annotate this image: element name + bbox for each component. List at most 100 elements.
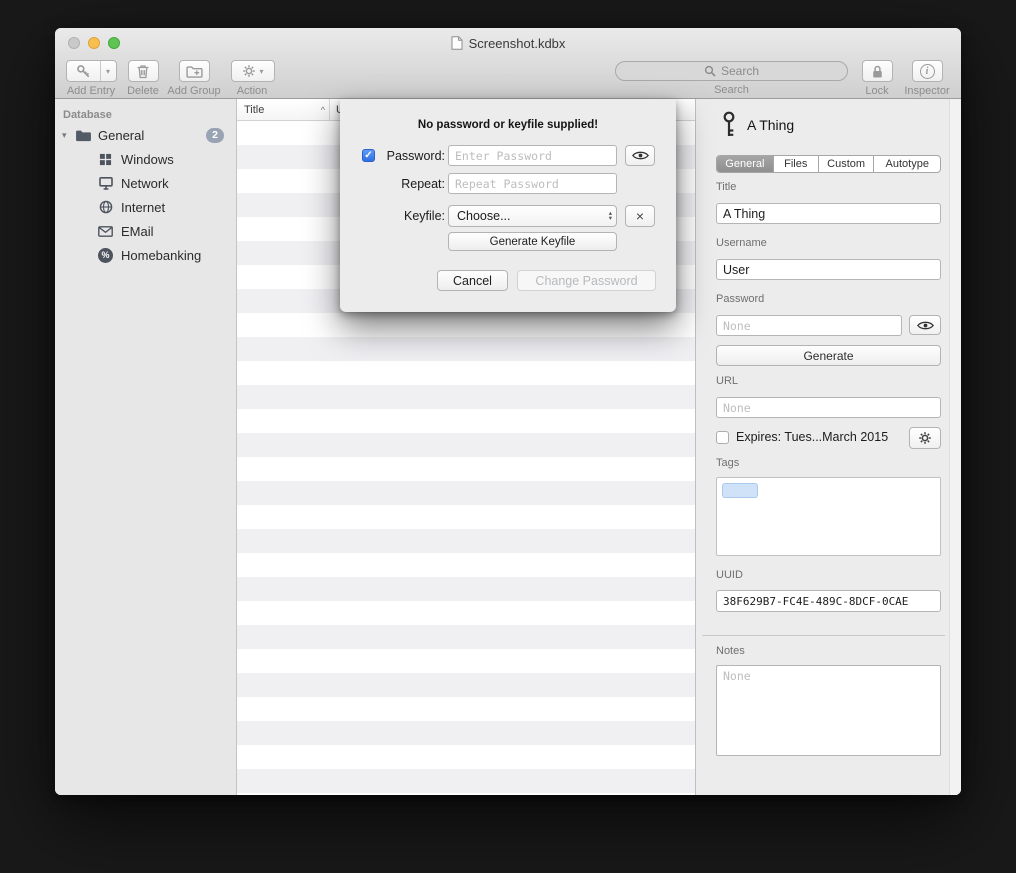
chevron-down-icon[interactable]: ▾	[101, 67, 116, 76]
username-field[interactable]	[716, 259, 941, 280]
keyfile-select[interactable]: Choose... ▴▾	[448, 205, 617, 227]
expires-label: Expires: Tues...March 2015	[736, 430, 888, 444]
app-window: Screenshot.kdbx ▾ Add Entry Delete	[55, 28, 961, 795]
search-label: Search	[615, 84, 848, 96]
generate-keyfile-button[interactable]: Generate Keyfile	[448, 232, 617, 251]
url-field[interactable]	[716, 397, 941, 418]
sidebar-group-label: Homebanking	[121, 248, 201, 263]
change-password-label: Change Password	[535, 274, 637, 288]
add-entry-button[interactable]: ▾	[66, 60, 117, 82]
generate-keyfile-label: Generate Keyfile	[490, 236, 576, 248]
sidebar-group-label: General	[98, 128, 144, 143]
expires-settings-button[interactable]	[909, 427, 941, 449]
clear-keyfile-button[interactable]: ×	[625, 205, 655, 227]
expires-checkbox[interactable]	[716, 431, 729, 444]
notes-label: Notes	[716, 645, 745, 657]
toolbar-action: ▾ Action	[231, 60, 273, 97]
add-folder-icon	[186, 65, 203, 78]
folder-icon	[75, 129, 92, 142]
search-icon	[704, 65, 716, 77]
gear-icon	[242, 64, 256, 78]
window-header: Screenshot.kdbx ▾ Add Entry Delete	[55, 28, 961, 99]
uuid-field[interactable]	[716, 590, 941, 612]
notes-field[interactable]	[716, 665, 941, 756]
disclosure-triangle-icon[interactable]: ▾	[62, 130, 75, 141]
title-label: Title	[716, 181, 736, 193]
windows-icon	[97, 153, 114, 166]
sidebar-group-email[interactable]: EMail	[55, 219, 236, 243]
enter-password-field[interactable]	[448, 145, 617, 166]
toolbar-lock: Lock	[861, 60, 893, 97]
cancel-button[interactable]: Cancel	[437, 270, 508, 291]
sidebar-group-general[interactable]: ▾ General 2	[55, 123, 236, 147]
delete-button[interactable]	[128, 60, 159, 82]
sidebar: Database ▾ General 2 Windows Networ	[55, 99, 237, 795]
inspector-scrollbar[interactable]	[949, 99, 961, 795]
reveal-password-button[interactable]	[909, 315, 941, 335]
url-label: URL	[716, 375, 738, 387]
tab-files[interactable]: Files	[774, 156, 819, 172]
add-group-button[interactable]	[179, 60, 210, 82]
change-password-dialog: No password or keyfile supplied! ✓ Passw…	[340, 99, 676, 312]
inspector-divider	[702, 635, 945, 636]
sidebar-group-windows[interactable]: Windows	[55, 147, 236, 171]
envelope-icon	[97, 226, 114, 237]
close-icon: ×	[636, 208, 644, 224]
dialog-message: No password or keyfile supplied!	[340, 119, 676, 131]
sidebar-group-internet[interactable]: Internet	[55, 195, 236, 219]
toolbar-delete: Delete	[125, 60, 161, 97]
sidebar-group-label: Internet	[121, 200, 165, 215]
generate-password-button[interactable]: Generate	[716, 345, 941, 366]
stepper-icon: ▴▾	[609, 211, 612, 222]
sidebar-section-header: Database	[63, 109, 236, 121]
search-input[interactable]: Search	[615, 61, 848, 81]
tag-chip[interactable]	[722, 483, 758, 498]
tab-general[interactable]: General	[717, 156, 774, 172]
username-label: Username	[716, 237, 767, 249]
toolbar-inspector: i Inspector	[900, 60, 954, 97]
delete-label: Delete	[125, 85, 161, 97]
window-title: Screenshot.kdbx	[469, 36, 566, 51]
dialog-password-label: Password:	[375, 149, 445, 163]
network-icon	[97, 176, 114, 190]
entry-count-badge: 2	[206, 128, 224, 143]
lock-label: Lock	[861, 85, 893, 97]
trash-icon	[136, 64, 150, 79]
key-icon	[67, 61, 101, 81]
dialog-repeat-label: Repeat:	[375, 177, 445, 191]
change-password-button[interactable]: Change Password	[517, 270, 656, 291]
inspector-button[interactable]: i	[912, 60, 943, 82]
toolbar: ▾ Add Entry Delete Add Group	[55, 58, 961, 98]
keyfile-selected-value: Choose...	[457, 209, 511, 223]
entry-title: A Thing	[747, 117, 794, 133]
inspector-tabs: General Files Custom Autotype	[716, 155, 941, 173]
tab-custom[interactable]: Custom	[819, 156, 875, 172]
dialog-reveal-password-button[interactable]	[625, 145, 655, 166]
tags-box[interactable]	[716, 477, 941, 556]
column-header-title[interactable]: Title ^	[237, 104, 329, 116]
check-icon: ✓	[364, 151, 372, 161]
sidebar-group-network[interactable]: Network	[55, 171, 236, 195]
column-title-label: Title	[244, 104, 264, 116]
password-field[interactable]	[716, 315, 902, 336]
generate-label: Generate	[803, 349, 853, 363]
lock-button[interactable]	[862, 60, 893, 82]
toolbar-add-group: Add Group	[165, 60, 223, 97]
document-icon	[451, 36, 463, 50]
tab-autotype[interactable]: Autotype	[874, 156, 940, 172]
search-placeholder: Search	[721, 64, 759, 78]
add-entry-label: Add Entry	[63, 85, 119, 97]
info-icon: i	[920, 64, 935, 79]
eye-icon	[917, 320, 934, 331]
password-checkbox[interactable]: ✓	[362, 149, 375, 162]
entry-header: A Thing	[722, 111, 794, 138]
percent-icon: %	[101, 250, 109, 260]
sidebar-group-label: Network	[121, 176, 169, 191]
inspector-label: Inspector	[900, 85, 954, 97]
add-group-label: Add Group	[165, 85, 223, 97]
action-button[interactable]: ▾	[231, 60, 275, 82]
sidebar-group-homebanking[interactable]: % Homebanking	[55, 243, 236, 267]
title-field[interactable]	[716, 203, 941, 224]
repeat-password-field[interactable]	[448, 173, 617, 194]
titlebar: Screenshot.kdbx	[55, 28, 961, 58]
